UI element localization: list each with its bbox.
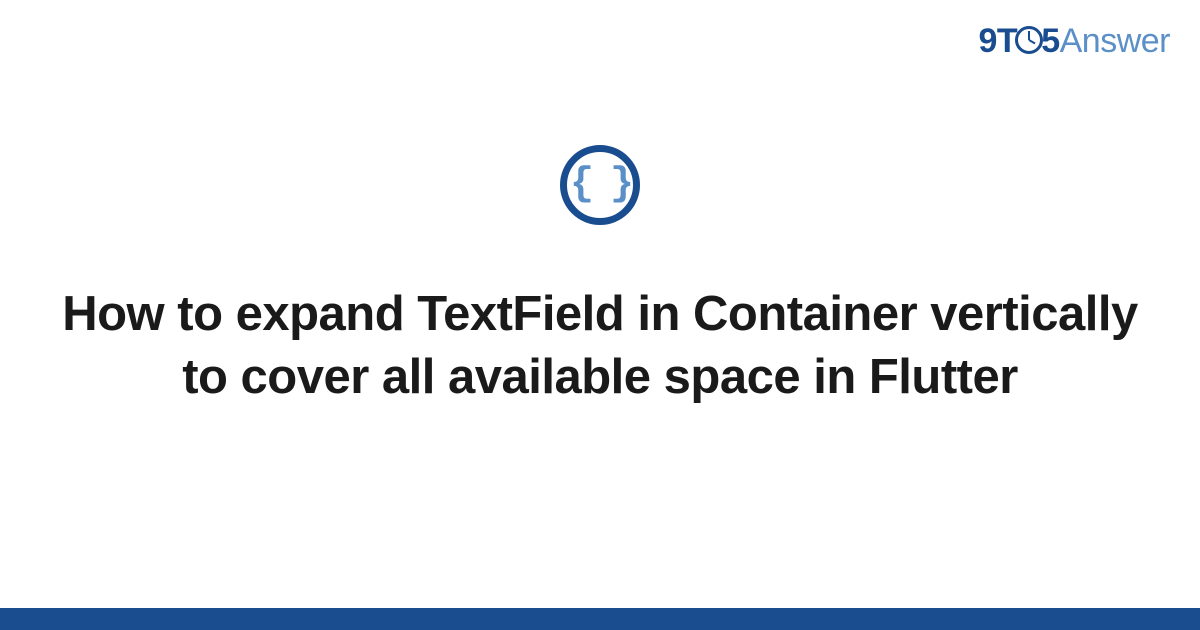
footer-bar (0, 608, 1200, 630)
code-braces-icon: { } (560, 145, 640, 225)
logo-t: T (997, 22, 1017, 60)
logo-nine: 9 (979, 22, 997, 60)
braces-symbol: { } (570, 165, 630, 205)
site-logo: 9T5Answer (979, 22, 1171, 61)
clock-icon (1015, 26, 1043, 54)
logo-five: 5 (1041, 22, 1059, 60)
page-title: How to expand TextField in Container ver… (60, 283, 1140, 408)
logo-answer: Answer (1060, 22, 1170, 60)
